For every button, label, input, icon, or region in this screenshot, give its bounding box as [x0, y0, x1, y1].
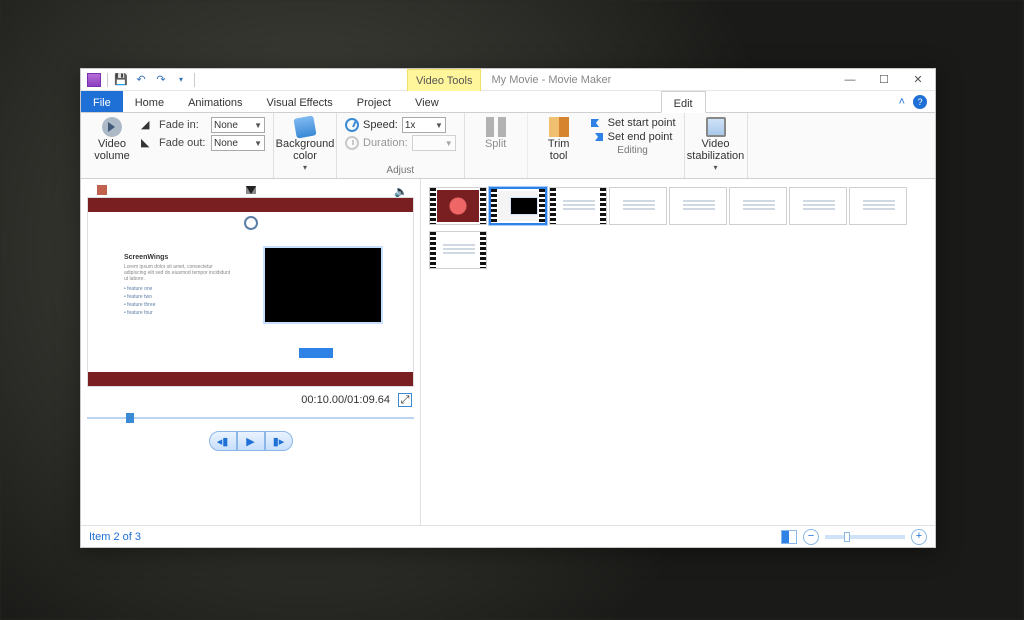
speaker-icon: [102, 117, 122, 137]
set-start-label: Set start point: [608, 117, 676, 129]
ribbon-tabs: File Home Animations Visual Effects Proj…: [81, 91, 935, 113]
titlebar: 💾 ↶ ↷ ▾ Video Tools My Movie - Movie Mak…: [81, 69, 935, 91]
trim-tool-button[interactable]: Trim tool: [536, 117, 582, 162]
tab-view[interactable]: View: [403, 91, 451, 112]
contextual-tab-video-tools: Video Tools: [407, 69, 481, 91]
split-button: Split: [473, 117, 519, 151]
minimize-button[interactable]: —: [833, 69, 867, 91]
quick-access-toolbar: 💾 ↶ ↷ ▾: [81, 73, 201, 87]
redo-icon[interactable]: ↷: [154, 73, 168, 87]
status-bar: Item 2 of 3 − +: [81, 525, 935, 547]
tab-animations[interactable]: Animations: [176, 91, 254, 112]
video-volume-button[interactable]: Video volume: [89, 117, 135, 162]
playhead-marker-icon[interactable]: [246, 186, 256, 194]
start-point-icon: [590, 118, 604, 128]
preview-frame: ScreenWings Lorem ipsum dolor sit amet, …: [87, 197, 414, 387]
group-label-adjust: Adjust: [386, 165, 414, 176]
duration-label: Duration:: [363, 137, 408, 149]
window-title: My Movie - Movie Maker: [491, 74, 833, 86]
set-start-point-button[interactable]: Set start point: [590, 117, 676, 129]
tab-project[interactable]: Project: [345, 91, 403, 112]
fade-out-icon: ◣: [141, 136, 155, 150]
duration-icon: [345, 136, 359, 150]
app-icon: [87, 73, 101, 87]
marker-mute-icon[interactable]: 🔈: [394, 185, 404, 195]
maximize-button[interactable]: ☐: [867, 69, 901, 91]
prev-frame-button[interactable]: ◂▮: [209, 431, 237, 451]
video-volume-label: Video volume: [94, 139, 129, 162]
tab-home[interactable]: Home: [123, 91, 176, 112]
fade-in-label: Fade in:: [159, 119, 207, 131]
speed-icon: [345, 118, 359, 132]
preview-heading: ScreenWings: [124, 254, 232, 261]
tab-edit[interactable]: Edit: [661, 91, 706, 113]
split-icon: [486, 117, 506, 137]
qat-customize-icon[interactable]: ▾: [174, 73, 188, 87]
ribbon: Video volume ◢ Fade in: None▼ ◣ Fade out…: [81, 113, 935, 179]
save-icon[interactable]: 💾: [114, 73, 128, 87]
seek-slider[interactable]: [87, 413, 414, 423]
storyboard-clip[interactable]: [549, 187, 607, 225]
storyboard-clip-selected[interactable]: [489, 187, 547, 225]
preview-pane: 🔈 ScreenWings Lorem ipsum dolor sit amet…: [81, 179, 421, 525]
background-color-button[interactable]: Background color ▾: [282, 117, 328, 172]
fullscreen-icon[interactable]: ⤢: [398, 393, 412, 407]
tab-file[interactable]: File: [81, 91, 123, 112]
zoom-in-button[interactable]: +: [911, 529, 927, 545]
storyboard[interactable]: [421, 179, 935, 525]
storyboard-clip[interactable]: [609, 187, 667, 225]
marker-start-icon[interactable]: [97, 185, 107, 195]
fade-in-select[interactable]: None▼: [211, 117, 265, 133]
help-icon[interactable]: ?: [913, 95, 927, 109]
duration-select: ▼: [412, 135, 456, 151]
preview-logo-icon: [244, 216, 258, 230]
next-frame-button[interactable]: ▮▸: [265, 431, 293, 451]
ribbon-collapse-icon[interactable]: ˄: [899, 96, 905, 108]
split-label: Split: [485, 139, 506, 151]
trim-label: Trim tool: [548, 139, 570, 162]
zoom-out-button[interactable]: −: [803, 529, 819, 545]
video-stabilization-button[interactable]: Video stabilization ▾: [693, 117, 739, 172]
play-button[interactable]: ▶: [237, 431, 265, 451]
close-button[interactable]: ✕: [901, 69, 935, 91]
zoom-slider[interactable]: [825, 535, 905, 539]
app-window: 💾 ↶ ↷ ▾ Video Tools My Movie - Movie Mak…: [80, 68, 936, 548]
storyboard-clip[interactable]: [429, 187, 487, 225]
storyboard-clip[interactable]: [789, 187, 847, 225]
playback-time: 00:10.00/01:09.64: [301, 394, 390, 406]
preview-embedded-video: [263, 246, 383, 324]
group-label-editing: Editing: [590, 145, 676, 156]
background-color-label: Background color: [276, 139, 335, 162]
trim-icon: [549, 117, 569, 137]
storyboard-clip[interactable]: [849, 187, 907, 225]
set-end-point-button[interactable]: Set end point: [590, 131, 676, 143]
fade-out-label: Fade out:: [159, 137, 207, 149]
stabilization-label: Video stabilization: [687, 139, 744, 162]
status-item-count: Item 2 of 3: [89, 531, 141, 543]
end-point-icon: [590, 132, 604, 142]
view-toggle-icon[interactable]: [781, 530, 797, 544]
stabilization-icon: [706, 117, 726, 137]
speed-select[interactable]: 1x▼: [402, 117, 446, 133]
preview-cta-button: [299, 348, 333, 358]
storyboard-clip[interactable]: [429, 231, 487, 269]
storyboard-clip[interactable]: [729, 187, 787, 225]
set-end-label: Set end point: [608, 131, 673, 143]
tab-visual-effects[interactable]: Visual Effects: [255, 91, 345, 112]
fade-out-select[interactable]: None▼: [211, 135, 265, 151]
paint-bucket-icon: [293, 115, 316, 138]
fade-in-icon: ◢: [141, 118, 155, 132]
undo-icon[interactable]: ↶: [134, 73, 148, 87]
speed-label: Speed:: [363, 119, 398, 131]
storyboard-clip[interactable]: [669, 187, 727, 225]
